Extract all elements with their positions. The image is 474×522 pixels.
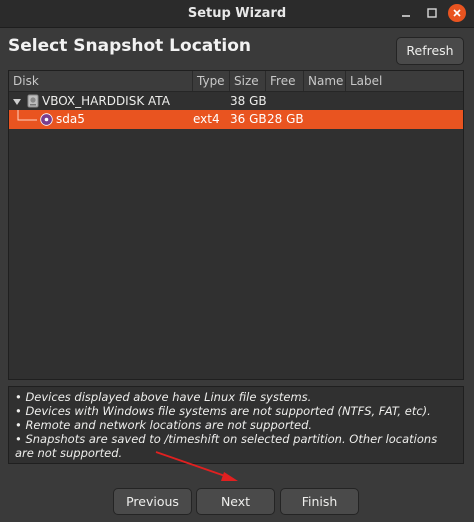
table-row-partition[interactable]: sda5 ext4 36 GB 28 GB [9,110,463,129]
disk-size: 38 GB [230,94,267,108]
column-header-label[interactable]: Label [346,71,463,91]
tree-connector [17,110,37,121]
minimize-button[interactable] [396,3,416,23]
tree-header: Disk Type Size Free Name Label [9,71,463,92]
close-button[interactable] [447,3,467,23]
partition-type: ext4 [193,112,220,126]
disk-name: VBOX_HARDDISK ATA [42,94,170,108]
partition-icon [40,113,53,126]
column-header-disk[interactable]: Disk [9,71,193,91]
maximize-button[interactable] [422,3,442,23]
partition-size: 36 GB [230,112,267,126]
close-icon [453,9,461,17]
column-header-free[interactable]: Free [266,71,304,91]
maximize-icon [427,8,437,18]
partition-name: sda5 [56,112,85,126]
column-header-type[interactable]: Type [193,71,230,91]
device-tree[interactable]: Disk Type Size Free Name Label VBOX_HARD… [8,70,464,380]
page-title: Select Snapshot Location [8,36,251,56]
partition-free: 28 GB [267,112,304,126]
previous-button[interactable]: Previous [113,488,192,515]
info-line: • Snapshots are saved to /timeshift on s… [15,432,438,460]
info-box: • Devices displayed above have Linux fil… [8,386,464,464]
column-header-size[interactable]: Size [230,71,266,91]
minimize-icon [402,15,410,17]
column-header-name[interactable]: Name [304,71,346,91]
refresh-button[interactable]: Refresh [396,37,464,65]
next-button[interactable]: Next [196,488,275,515]
info-line: • Devices displayed above have Linux fil… [15,390,312,404]
info-line: • Devices with Windows file systems are … [15,404,431,418]
info-line: • Remote and network locations are not s… [15,418,313,432]
title-bar: Setup Wizard [0,0,474,28]
finish-button[interactable]: Finish [280,488,359,515]
hard-disk-icon [27,94,39,108]
expander-arrow-down-icon[interactable] [12,97,22,107]
table-row-disk[interactable]: VBOX_HARDDISK ATA 38 GB [9,92,463,111]
